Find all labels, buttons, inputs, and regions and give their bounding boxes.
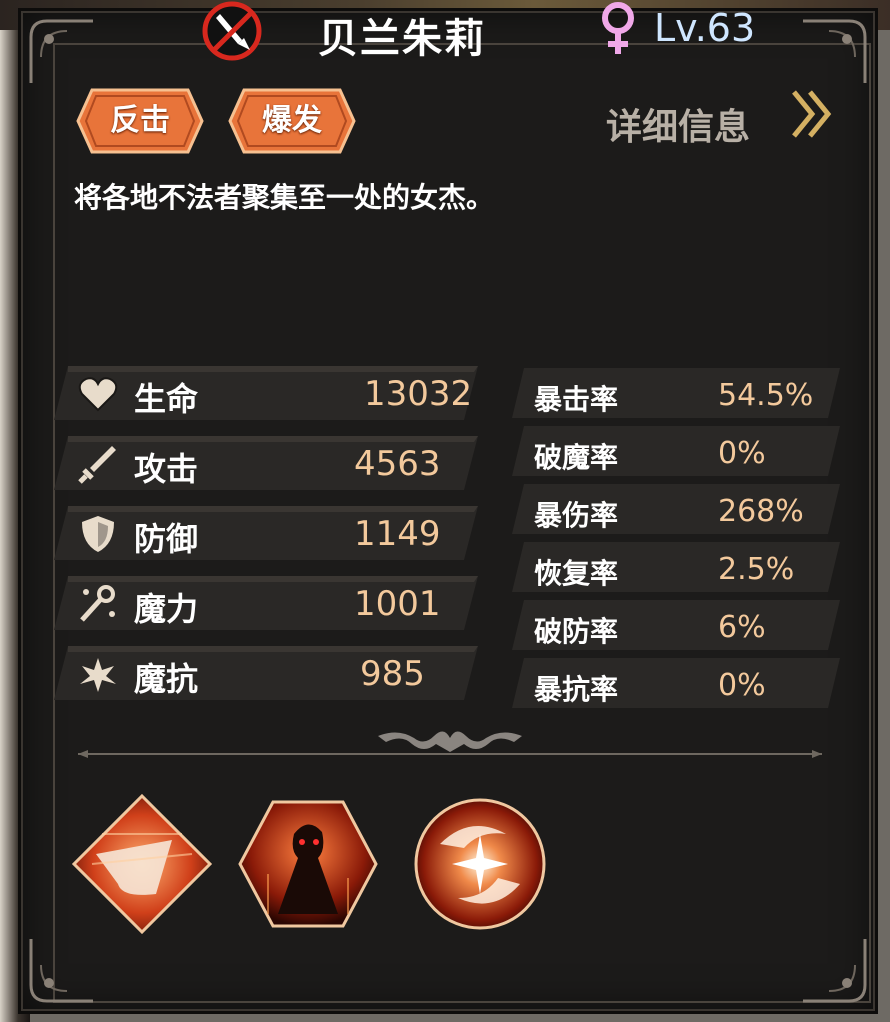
- staff-icon: [76, 582, 120, 626]
- stat-label: 暴击率: [534, 383, 619, 416]
- magic-resist-icon: [76, 652, 120, 696]
- character-description: 将各地不法者聚集至一处的女杰。: [74, 181, 495, 214]
- stat-value: 13032: [364, 374, 473, 414]
- berserk-skill-icon[interactable]: [238, 794, 378, 934]
- spin-skill-icon[interactable]: [410, 794, 550, 934]
- stat-value: 54.5%: [718, 378, 814, 413]
- stat-label: 破魔率: [534, 441, 619, 474]
- stat-row-recovery: 恢复率 2.5%: [512, 542, 840, 592]
- stat-row-armor-pierce: 破防率 6%: [512, 600, 840, 650]
- tag-counter-label: 反击: [110, 103, 170, 138]
- stat-row-magic: 魔力 1001: [54, 576, 478, 630]
- corner-ornament-icon: [27, 17, 97, 87]
- stat-label: 生命: [134, 380, 199, 418]
- stat-row-attack: 攻击 4563: [54, 436, 478, 490]
- stat-label: 暴伤率: [534, 499, 619, 532]
- stat-row-crit-rate: 暴击率 54.5%: [512, 368, 840, 418]
- stat-label: 魔力: [134, 590, 199, 628]
- stat-row-defense: 防御 1149: [54, 506, 478, 560]
- stat-row-magic-pierce: 破魔率 0%: [512, 426, 840, 476]
- character-name: 贝兰朱莉: [318, 16, 486, 62]
- stat-label: 暴抗率: [534, 673, 619, 706]
- tag-burst: 爆发: [228, 88, 356, 154]
- stat-value: 0%: [718, 668, 766, 703]
- corner-ornament-icon: [799, 935, 869, 1005]
- corner-ornament-icon: [27, 935, 97, 1005]
- tag-counter: 反击: [76, 88, 204, 154]
- shield-icon: [76, 512, 120, 556]
- tag-burst-label: 爆发: [262, 103, 322, 138]
- heart-icon: [76, 372, 120, 416]
- stat-label: 防御: [134, 520, 199, 558]
- stat-label: 恢复率: [534, 557, 619, 590]
- stat-label: 破防率: [534, 615, 619, 648]
- stat-value: 268%: [718, 494, 804, 529]
- slash-skill-icon[interactable]: [71, 793, 213, 935]
- stat-value: 2.5%: [718, 552, 795, 587]
- character-level: Lv.63: [654, 6, 756, 50]
- detail-info-link[interactable]: 详细信息: [606, 98, 750, 150]
- stat-row-crit-resist: 暴抗率 0%: [512, 658, 840, 708]
- double-chevron-right-icon[interactable]: [790, 86, 836, 142]
- ornamental-divider: [78, 718, 822, 764]
- stat-value: 1149: [354, 514, 441, 554]
- stat-value: 0%: [718, 436, 766, 471]
- stat-row-hp: 生命 13032: [54, 366, 478, 420]
- stat-row-crit-damage: 暴伤率 268%: [512, 484, 840, 534]
- female-symbol-icon: [596, 0, 640, 56]
- stat-label: 攻击: [134, 450, 199, 488]
- stat-value: 985: [360, 654, 425, 694]
- stat-value: 1001: [354, 584, 441, 624]
- stat-value: 6%: [718, 610, 766, 645]
- stat-value: 4563: [354, 444, 441, 484]
- sword-icon: [76, 442, 120, 486]
- stat-label: 魔抗: [134, 660, 199, 698]
- sword-no-icon: [198, 0, 266, 62]
- corner-ornament-icon: [799, 17, 869, 87]
- stat-row-magic-resist: 魔抗 985: [54, 646, 478, 700]
